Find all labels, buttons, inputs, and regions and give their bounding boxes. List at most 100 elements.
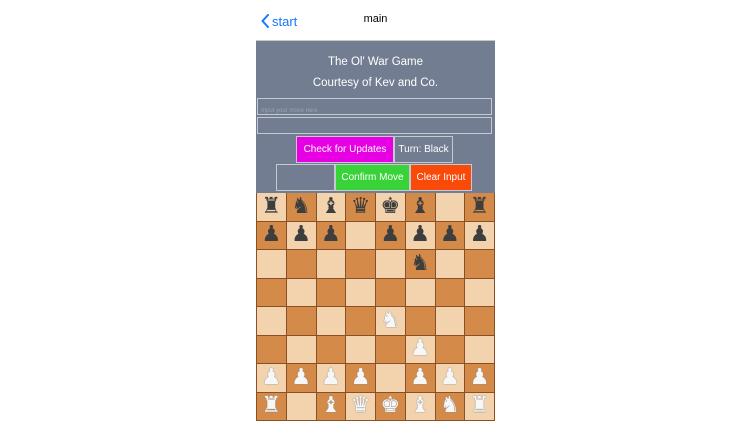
board-square[interactable]: ♛ [346,392,375,420]
board-square[interactable] [257,335,286,363]
board-square[interactable] [286,307,316,335]
black-pawn-icon[interactable]: ♟ [470,224,490,246]
white-pawn-icon[interactable]: ♟ [291,366,311,389]
white-pawn-icon[interactable]: ♟ [410,338,430,360]
board-square[interactable] [435,278,465,306]
board-square[interactable]: ♟ [435,364,465,392]
white-king-icon[interactable]: ♚ [381,395,401,417]
white-bishop-icon[interactable]: ♝ [321,395,341,417]
board-square[interactable]: ♟ [257,221,286,249]
board-square[interactable]: ♟ [316,221,346,249]
board-square[interactable] [376,335,405,363]
white-knight-icon[interactable]: ♞ [440,395,460,417]
board-square[interactable] [346,221,375,249]
board-square[interactable] [316,250,346,278]
board-square[interactable] [376,278,405,306]
black-knight-icon[interactable]: ♞ [291,195,311,218]
board-square[interactable] [465,335,494,363]
check-updates-button[interactable]: Check for Updates [296,136,394,163]
board-square[interactable]: ♜ [257,193,286,221]
move-input-field[interactable] [257,98,492,119]
board-square[interactable]: ♟ [465,221,494,249]
black-bishop-icon[interactable]: ♝ [321,195,341,218]
board-square[interactable] [346,307,375,335]
white-queen-icon[interactable]: ♛ [351,395,371,417]
board-square[interactable]: ♞ [435,392,465,420]
black-rook-icon[interactable]: ♜ [262,195,282,218]
board-square[interactable]: ♝ [405,392,435,420]
board-square[interactable]: ♜ [465,193,494,221]
black-bishop-icon[interactable]: ♝ [410,195,430,218]
black-pawn-icon[interactable]: ♟ [262,224,282,246]
board-square[interactable] [286,250,316,278]
white-bishop-icon[interactable]: ♝ [410,395,430,417]
board-square[interactable] [286,392,316,420]
board-square[interactable]: ♟ [405,221,435,249]
black-king-icon[interactable]: ♚ [381,195,401,218]
board-square[interactable] [405,307,435,335]
board-square[interactable] [465,250,494,278]
black-knight-icon[interactable]: ♞ [410,252,430,275]
board-square[interactable]: ♜ [257,392,286,420]
white-rook-icon[interactable]: ♜ [262,395,282,417]
white-pawn-icon[interactable]: ♟ [321,366,341,389]
black-pawn-icon[interactable]: ♟ [381,224,401,246]
board-square[interactable] [405,278,435,306]
confirm-move-button[interactable]: Confirm Move [335,164,410,191]
white-pawn-icon[interactable]: ♟ [470,366,490,389]
clear-input-button[interactable]: Clear Input [410,164,472,191]
board-square[interactable]: ♟ [405,335,435,363]
board-square[interactable]: ♟ [405,364,435,392]
black-pawn-icon[interactable]: ♟ [410,224,430,246]
board-square[interactable]: ♚ [376,193,405,221]
board-square[interactable]: ♞ [405,250,435,278]
board-square[interactable] [376,250,405,278]
board-square[interactable]: ♟ [465,364,494,392]
board-square[interactable] [435,193,465,221]
board-square[interactable]: ♞ [286,193,316,221]
board-square[interactable] [465,307,494,335]
white-pawn-icon[interactable]: ♟ [351,366,371,389]
board-square[interactable]: ♟ [346,364,375,392]
secondary-input-field[interactable] [257,117,492,138]
black-pawn-icon[interactable]: ♟ [321,224,341,246]
board-square[interactable]: ♛ [346,193,375,221]
board-square[interactable] [316,335,346,363]
white-knight-icon[interactable]: ♞ [381,309,401,332]
board-square[interactable]: ♟ [257,364,286,392]
board-square[interactable]: ♜ [465,392,494,420]
board-square[interactable]: ♟ [316,364,346,392]
white-pawn-icon[interactable]: ♟ [410,366,430,389]
blank-button[interactable] [276,164,335,191]
board-square[interactable]: ♟ [286,364,316,392]
board-square[interactable] [435,307,465,335]
black-queen-icon[interactable]: ♛ [351,195,371,218]
board-square[interactable] [435,335,465,363]
board-square[interactable] [346,335,375,363]
board-square[interactable] [257,307,286,335]
board-square[interactable] [376,364,405,392]
board-square[interactable] [346,278,375,306]
white-pawn-icon[interactable]: ♟ [262,366,282,389]
board-square[interactable] [257,278,286,306]
board-square[interactable] [465,278,494,306]
board-square[interactable] [286,335,316,363]
board-square[interactable] [316,307,346,335]
board-square[interactable] [316,278,346,306]
board-square[interactable]: ♟ [376,221,405,249]
board-square[interactable]: ♟ [286,221,316,249]
black-rook-icon[interactable]: ♜ [470,195,490,218]
board-square[interactable] [346,250,375,278]
board-square[interactable] [435,250,465,278]
board-square[interactable]: ♝ [405,193,435,221]
black-pawn-icon[interactable]: ♟ [440,224,460,246]
board-square[interactable] [257,250,286,278]
black-pawn-icon[interactable]: ♟ [291,224,311,246]
white-pawn-icon[interactable]: ♟ [440,366,460,389]
board-square[interactable]: ♝ [316,392,346,420]
white-rook-icon[interactable]: ♜ [470,395,490,417]
board-square[interactable] [286,278,316,306]
board-square[interactable]: ♚ [376,392,405,420]
board-square[interactable]: ♟ [435,221,465,249]
board-square[interactable]: ♞ [376,307,405,335]
